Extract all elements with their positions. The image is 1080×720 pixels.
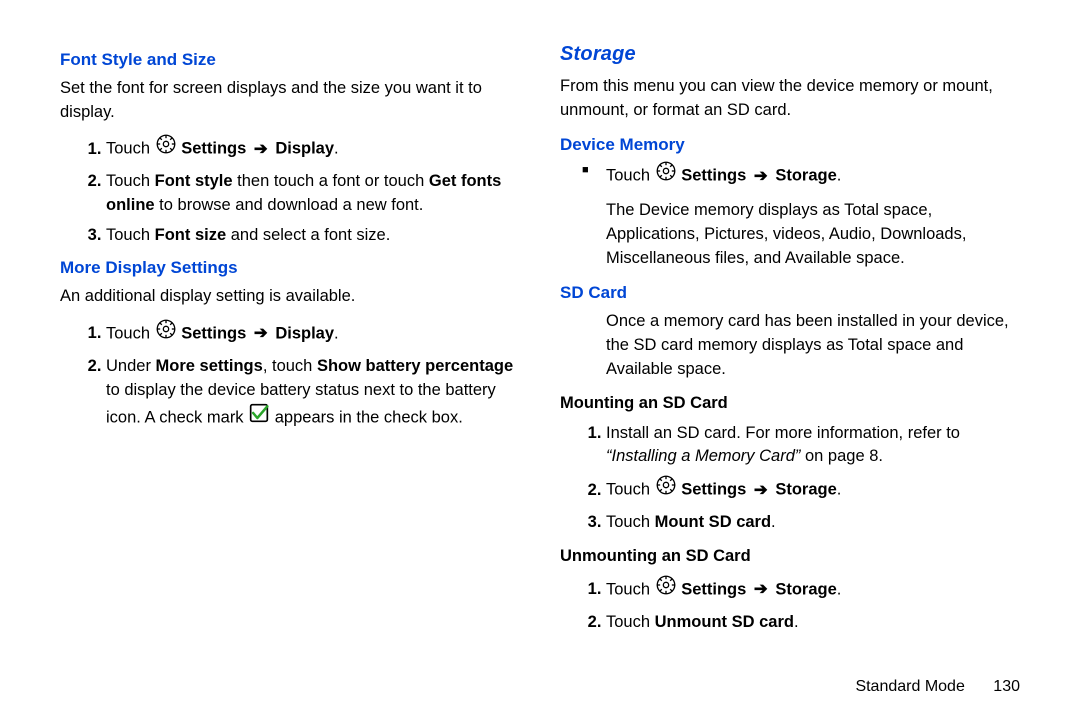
storage-label: Storage (775, 167, 836, 185)
text: on page 8. (800, 447, 883, 465)
text: Touch (106, 324, 155, 342)
heading-unmounting-sd: Unmounting an SD Card (560, 545, 1020, 569)
unmount-steps-list: Touch Settings ➔ Storage. Touch Unmount … (560, 575, 1020, 635)
more-step-2: Under More settings, touch Show battery … (106, 355, 520, 433)
text: Install an SD card. For more information… (606, 424, 960, 442)
font-step-1: Touch Settings ➔ Display. (106, 134, 520, 164)
text: and select a font size. (226, 226, 390, 244)
mount-steps-list: Install an SD card. For more information… (560, 422, 1020, 536)
settings-label: Settings (181, 324, 246, 342)
right-column: Storage From this menu you can view the … (550, 40, 1030, 700)
text: then touch a font or touch (233, 172, 429, 190)
storage-label: Storage (775, 481, 836, 499)
font-style-label: Font style (155, 172, 233, 190)
device-memory-list: Touch Settings ➔ Storage. (560, 161, 1020, 191)
font-intro-paragraph: Set the font for screen displays and the… (60, 77, 520, 125)
text: Touch (606, 513, 655, 531)
settings-gear-icon (156, 319, 176, 347)
text: Touch (106, 226, 155, 244)
heading-device-memory: Device Memory (560, 133, 1020, 158)
mount-step-1: Install an SD card. For more information… (606, 422, 1020, 470)
settings-label: Settings (181, 140, 246, 158)
page-footer: Standard Mode 130 (855, 678, 1020, 696)
font-steps-list: Touch Settings ➔ Display. Touch Font sty… (60, 134, 520, 248)
heading-storage: Storage (560, 40, 1020, 69)
mount-step-2: Touch Settings ➔ Storage. (606, 475, 1020, 505)
device-memory-step: Touch Settings ➔ Storage. (606, 161, 1020, 191)
unmount-sd-card-label: Unmount SD card (655, 613, 794, 631)
settings-label: Settings (681, 580, 746, 598)
device-memory-paragraph: The Device memory displays as Total spac… (606, 199, 1020, 271)
text: appears in the check box. (275, 408, 463, 426)
text: Touch (606, 580, 655, 598)
more-step-1: Touch Settings ➔ Display. (106, 319, 520, 349)
text: Touch (606, 481, 655, 499)
text: Under (106, 357, 156, 375)
storage-label: Storage (775, 580, 836, 598)
sd-card-paragraph: Once a memory card has been installed in… (606, 310, 1020, 382)
settings-label: Settings (681, 167, 746, 185)
mount-sd-card-label: Mount SD card (655, 513, 771, 531)
show-battery-percentage-label: Show battery percentage (317, 357, 513, 375)
text: Touch (606, 167, 655, 185)
installing-memory-card-ref: “Installing a Memory Card” (606, 447, 800, 465)
heading-sd-card: SD Card (560, 281, 1020, 306)
text: , touch (263, 357, 317, 375)
unmount-step-1: Touch Settings ➔ Storage. (606, 575, 1020, 605)
text: Touch (106, 172, 155, 190)
unmount-step-2: Touch Unmount SD card. (606, 611, 1020, 635)
settings-gear-icon (656, 575, 676, 603)
font-size-label: Font size (155, 226, 227, 244)
more-settings-label: More settings (156, 357, 263, 375)
left-column: Font Style and Size Set the font for scr… (50, 40, 530, 700)
display-label: Display (275, 140, 334, 158)
settings-gear-icon (656, 475, 676, 503)
manual-page: Font Style and Size Set the font for scr… (0, 0, 1080, 720)
font-step-2: Touch Font style then touch a font or to… (106, 170, 520, 218)
arrow-icon: ➔ (254, 324, 268, 342)
more-steps-list: Touch Settings ➔ Display. Under More set… (60, 319, 520, 433)
arrow-icon: ➔ (754, 481, 768, 499)
arrow-icon: ➔ (754, 580, 768, 598)
heading-font-style-size: Font Style and Size (60, 48, 520, 73)
storage-intro-paragraph: From this menu you can view the device m… (560, 75, 1020, 123)
arrow-icon: ➔ (754, 167, 768, 185)
footer-mode: Standard Mode (855, 678, 964, 695)
heading-mounting-sd: Mounting an SD Card (560, 392, 1020, 416)
settings-gear-icon (656, 161, 676, 189)
font-step-3: Touch Font size and select a font size. (106, 224, 520, 248)
settings-gear-icon (156, 134, 176, 162)
text: to browse and download a new font. (155, 196, 424, 214)
text: Touch (106, 140, 155, 158)
more-intro-paragraph: An additional display setting is availab… (60, 285, 520, 309)
display-label: Display (275, 324, 334, 342)
mount-step-3: Touch Mount SD card. (606, 511, 1020, 535)
footer-page-number: 130 (993, 678, 1020, 695)
arrow-icon: ➔ (254, 140, 268, 158)
text: Touch (606, 613, 655, 631)
settings-label: Settings (681, 481, 746, 499)
checkmark-icon (249, 403, 269, 431)
heading-more-display-settings: More Display Settings (60, 256, 520, 281)
